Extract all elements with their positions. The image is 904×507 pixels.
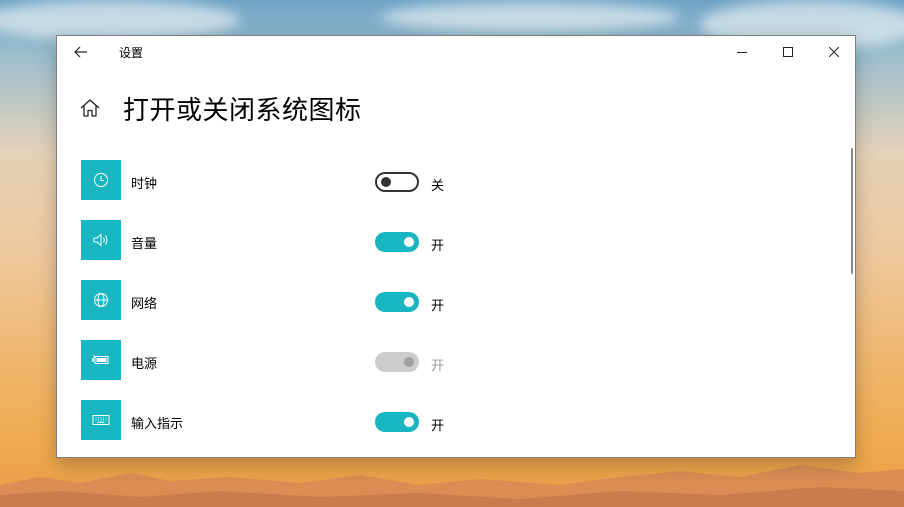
power-toggle (375, 352, 419, 372)
title-bar: 设置 (57, 36, 855, 68)
input-indicator-tile (81, 400, 121, 440)
setting-label: 电源 (131, 357, 158, 372)
network-tile (81, 280, 121, 320)
network-toggle[interactable] (375, 292, 419, 312)
setting-label: 音量 (131, 237, 158, 252)
clock-tile (81, 160, 121, 200)
setting-row-volume: 音量 开 (81, 220, 801, 260)
page-title: 打开或关闭系统图标 (123, 96, 362, 126)
settings-window: 设置 打开或关闭系统图标 时钟 关 音量 开 网络 开 电源 开 输入指示 开 (56, 35, 856, 458)
arrow-left-icon (74, 46, 87, 58)
toggle-state-text: 关 (431, 179, 445, 194)
volume-tile (81, 220, 121, 260)
close-icon (829, 47, 839, 57)
home-icon[interactable] (79, 97, 103, 121)
background-cloud (0, 0, 240, 40)
background-cloud (380, 2, 680, 32)
clock-icon (94, 173, 108, 187)
setting-label: 时钟 (131, 177, 158, 192)
setting-row-network: 网络 开 (81, 280, 801, 320)
globe-icon (94, 293, 108, 307)
app-title: 设置 (119, 46, 144, 60)
clock-toggle[interactable] (375, 172, 419, 192)
keyboard-icon (92, 415, 110, 425)
close-button[interactable] (811, 36, 857, 68)
setting-row-clock: 时钟 关 (81, 160, 801, 200)
toggle-knob (404, 237, 414, 247)
minimize-icon (737, 52, 747, 53)
setting-label: 输入指示 (131, 417, 184, 432)
toggle-state-text: 开 (431, 299, 445, 314)
setting-row-input-indicator: 输入指示 开 (81, 400, 801, 440)
scrollbar-thumb[interactable] (851, 148, 853, 274)
toggle-state-text: 开 (431, 359, 445, 374)
volume-icon (93, 233, 108, 247)
input-indicator-toggle[interactable] (375, 412, 419, 432)
toggle-state-text: 开 (431, 239, 445, 254)
maximize-icon (783, 47, 793, 57)
setting-row-power: 电源 开 (81, 340, 801, 380)
toggle-knob (404, 357, 414, 367)
toggle-knob (404, 417, 414, 427)
volume-toggle[interactable] (375, 232, 419, 252)
battery-icon (92, 355, 109, 364)
power-tile (81, 340, 121, 380)
maximize-button[interactable] (765, 36, 811, 68)
toggle-knob (381, 177, 391, 187)
toggle-knob (404, 297, 414, 307)
minimize-button[interactable] (719, 36, 765, 68)
setting-label: 网络 (131, 297, 158, 312)
toggle-state-text: 开 (431, 419, 445, 434)
back-button[interactable] (69, 41, 93, 63)
